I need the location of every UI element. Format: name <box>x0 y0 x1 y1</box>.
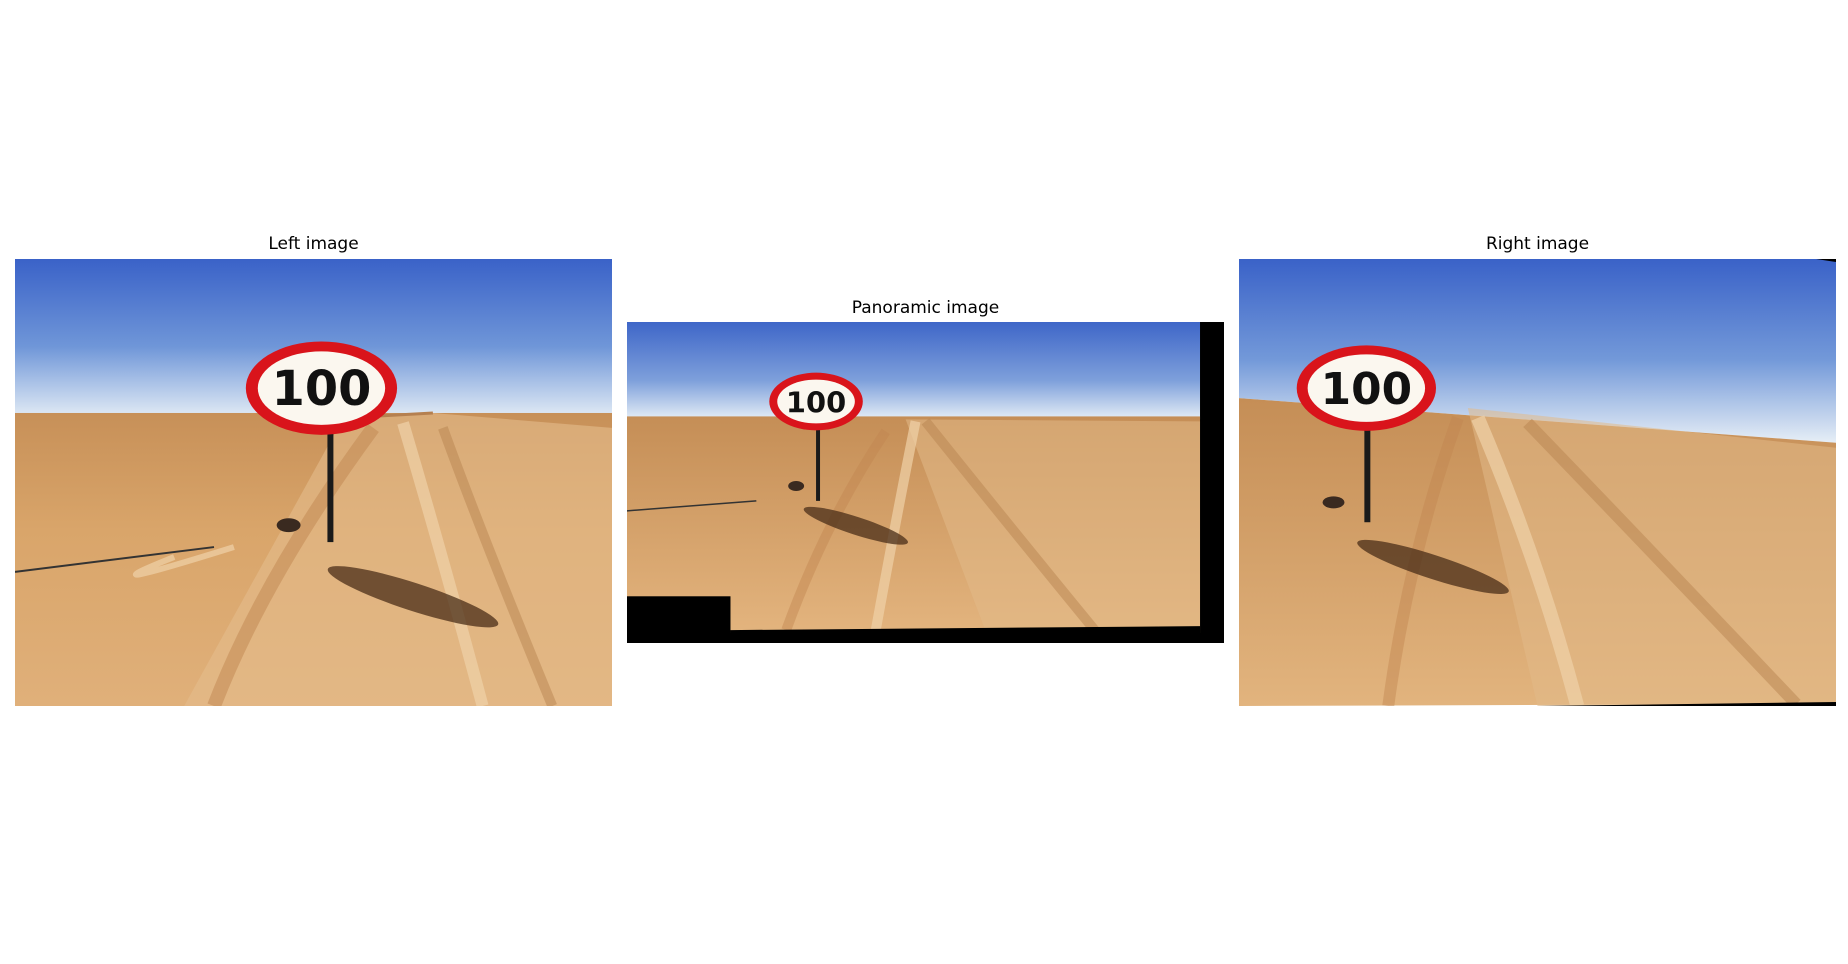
panoramic-image-title: Panoramic image <box>851 298 1000 318</box>
right-sign-text: 100 <box>1321 364 1412 415</box>
right-image-title: Right image <box>1485 234 1590 254</box>
panoramic-image: 100 <box>627 322 1224 643</box>
panoramic-sign-text: 100 <box>786 385 846 419</box>
right-image: 100 <box>1239 259 1836 706</box>
left-sign-text: 100 <box>272 362 372 417</box>
left-image-title: Left image <box>268 234 359 254</box>
left-image: 100 <box>15 259 612 706</box>
